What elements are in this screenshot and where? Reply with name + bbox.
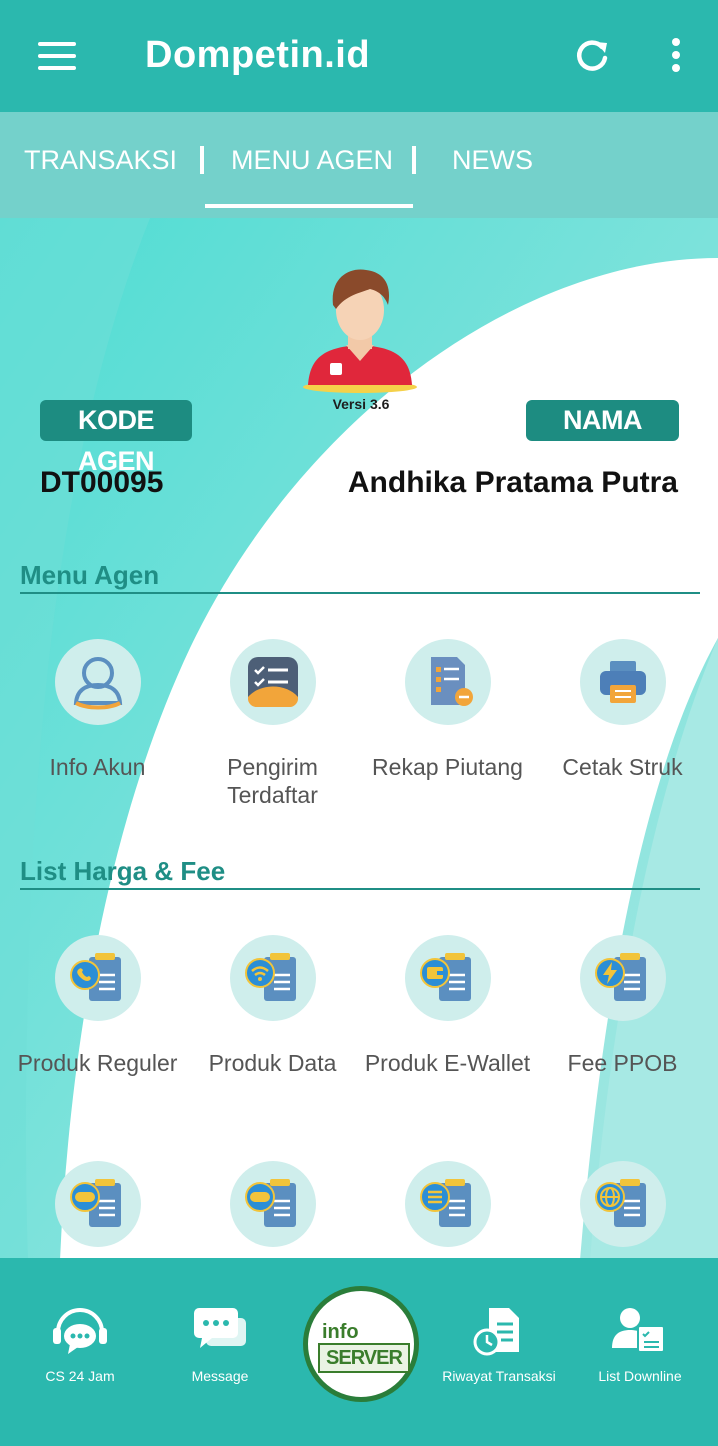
message-icon xyxy=(194,1308,246,1348)
menu-item-label: Cetak Struk xyxy=(562,754,683,780)
gamepad-list-icon xyxy=(54,1161,141,1247)
app-bar: Dompetin.id xyxy=(0,0,718,112)
nav-label: Riwayat Transaksi xyxy=(442,1368,556,1384)
kode-agen-value: DT00095 xyxy=(40,466,164,499)
phone-list-icon xyxy=(54,935,141,1021)
price-item-game-1[interactable] xyxy=(10,1161,185,1247)
menu-item-rekap-piutang[interactable]: Rekap Piutang xyxy=(360,639,535,781)
menu-item-label: Pengirim Terdaftar xyxy=(227,754,318,808)
price-item-fee-ppob[interactable]: Fee PPOB xyxy=(535,935,710,1077)
bolt-list-icon xyxy=(579,935,666,1021)
tab-divider xyxy=(412,146,416,174)
more-options-icon[interactable] xyxy=(668,38,684,76)
price-item-label: Produk Data xyxy=(208,1050,337,1076)
active-tab-indicator xyxy=(205,204,413,208)
price-item-label: Fee PPOB xyxy=(567,1050,678,1076)
kode-agen-badge: KODE AGEN xyxy=(40,400,192,476)
nav-message[interactable]: Message xyxy=(155,1302,285,1384)
wifi-list-icon xyxy=(229,935,316,1021)
menu-item-label: Rekap Piutang xyxy=(372,754,523,780)
printer-icon xyxy=(579,639,666,725)
price-item-label: Produk E-Wallet xyxy=(364,1050,531,1076)
menu-list-icon xyxy=(404,1161,491,1247)
menu-item-label: Info Akun xyxy=(49,754,146,780)
headset-chat-icon xyxy=(53,1308,107,1354)
menu-item-pengirim-terdaftar[interactable]: Pengirim Terdaftar xyxy=(185,639,360,809)
nav-riwayat-transaksi[interactable]: Riwayat Transaksi xyxy=(434,1302,564,1384)
section-divider xyxy=(20,592,700,594)
tab-news[interactable]: NEWS xyxy=(452,145,533,176)
info-server-text: info xyxy=(322,1321,359,1343)
gamepad-list-icon xyxy=(229,1161,316,1247)
price-item-globe[interactable] xyxy=(535,1161,710,1247)
price-item-produk-reguler[interactable]: Produk Reguler xyxy=(10,935,185,1077)
nav-cs-24-jam[interactable]: CS 24 Jam xyxy=(15,1302,145,1384)
price-item-label: Produk Reguler xyxy=(17,1050,178,1076)
globe-list-icon xyxy=(579,1161,666,1247)
menu-item-info-akun[interactable]: Info Akun xyxy=(10,639,185,781)
hamburger-menu-icon[interactable] xyxy=(38,42,76,70)
price-item-produk-data[interactable]: Produk Data xyxy=(185,935,360,1077)
report-icon xyxy=(404,639,491,725)
price-item-game-2[interactable] xyxy=(185,1161,360,1247)
app-version: Versi 3.6 xyxy=(332,396,390,412)
nav-list-downline[interactable]: List Downline xyxy=(575,1302,705,1384)
history-document-icon xyxy=(473,1308,519,1356)
section-title-menu-agen: Menu Agen xyxy=(20,560,160,590)
info-server-button[interactable]: info SERVER xyxy=(303,1286,419,1402)
agent-avatar xyxy=(303,269,417,393)
wallet-list-icon xyxy=(404,935,491,1021)
tab-transaksi[interactable]: TRANSAKSI xyxy=(24,145,177,176)
price-item-produk-ewallet[interactable]: Produk E-Wallet xyxy=(360,935,535,1077)
user-icon xyxy=(54,639,141,725)
section-divider xyxy=(20,888,700,890)
info-server-text: SERVER xyxy=(318,1343,410,1373)
nama-agen-badge: NAMA AGEN xyxy=(526,400,679,476)
user-list-icon xyxy=(612,1308,665,1353)
nav-label: CS 24 Jam xyxy=(45,1368,115,1384)
price-item-list[interactable] xyxy=(360,1161,535,1247)
nav-label: List Downline xyxy=(598,1368,682,1384)
refresh-icon[interactable] xyxy=(574,38,610,74)
tab-menu-agen[interactable]: MENU AGEN xyxy=(231,145,393,176)
tab-divider xyxy=(200,146,204,174)
menu-item-cetak-struk[interactable]: Cetak Struk xyxy=(535,639,710,781)
section-title-list-harga: List Harga & Fee xyxy=(20,856,226,886)
checklist-icon xyxy=(229,639,316,725)
app-title: Dompetin.id xyxy=(145,34,371,76)
nama-agen-value: Andhika Pratama Putra xyxy=(347,466,678,499)
nav-label: Message xyxy=(191,1368,249,1384)
